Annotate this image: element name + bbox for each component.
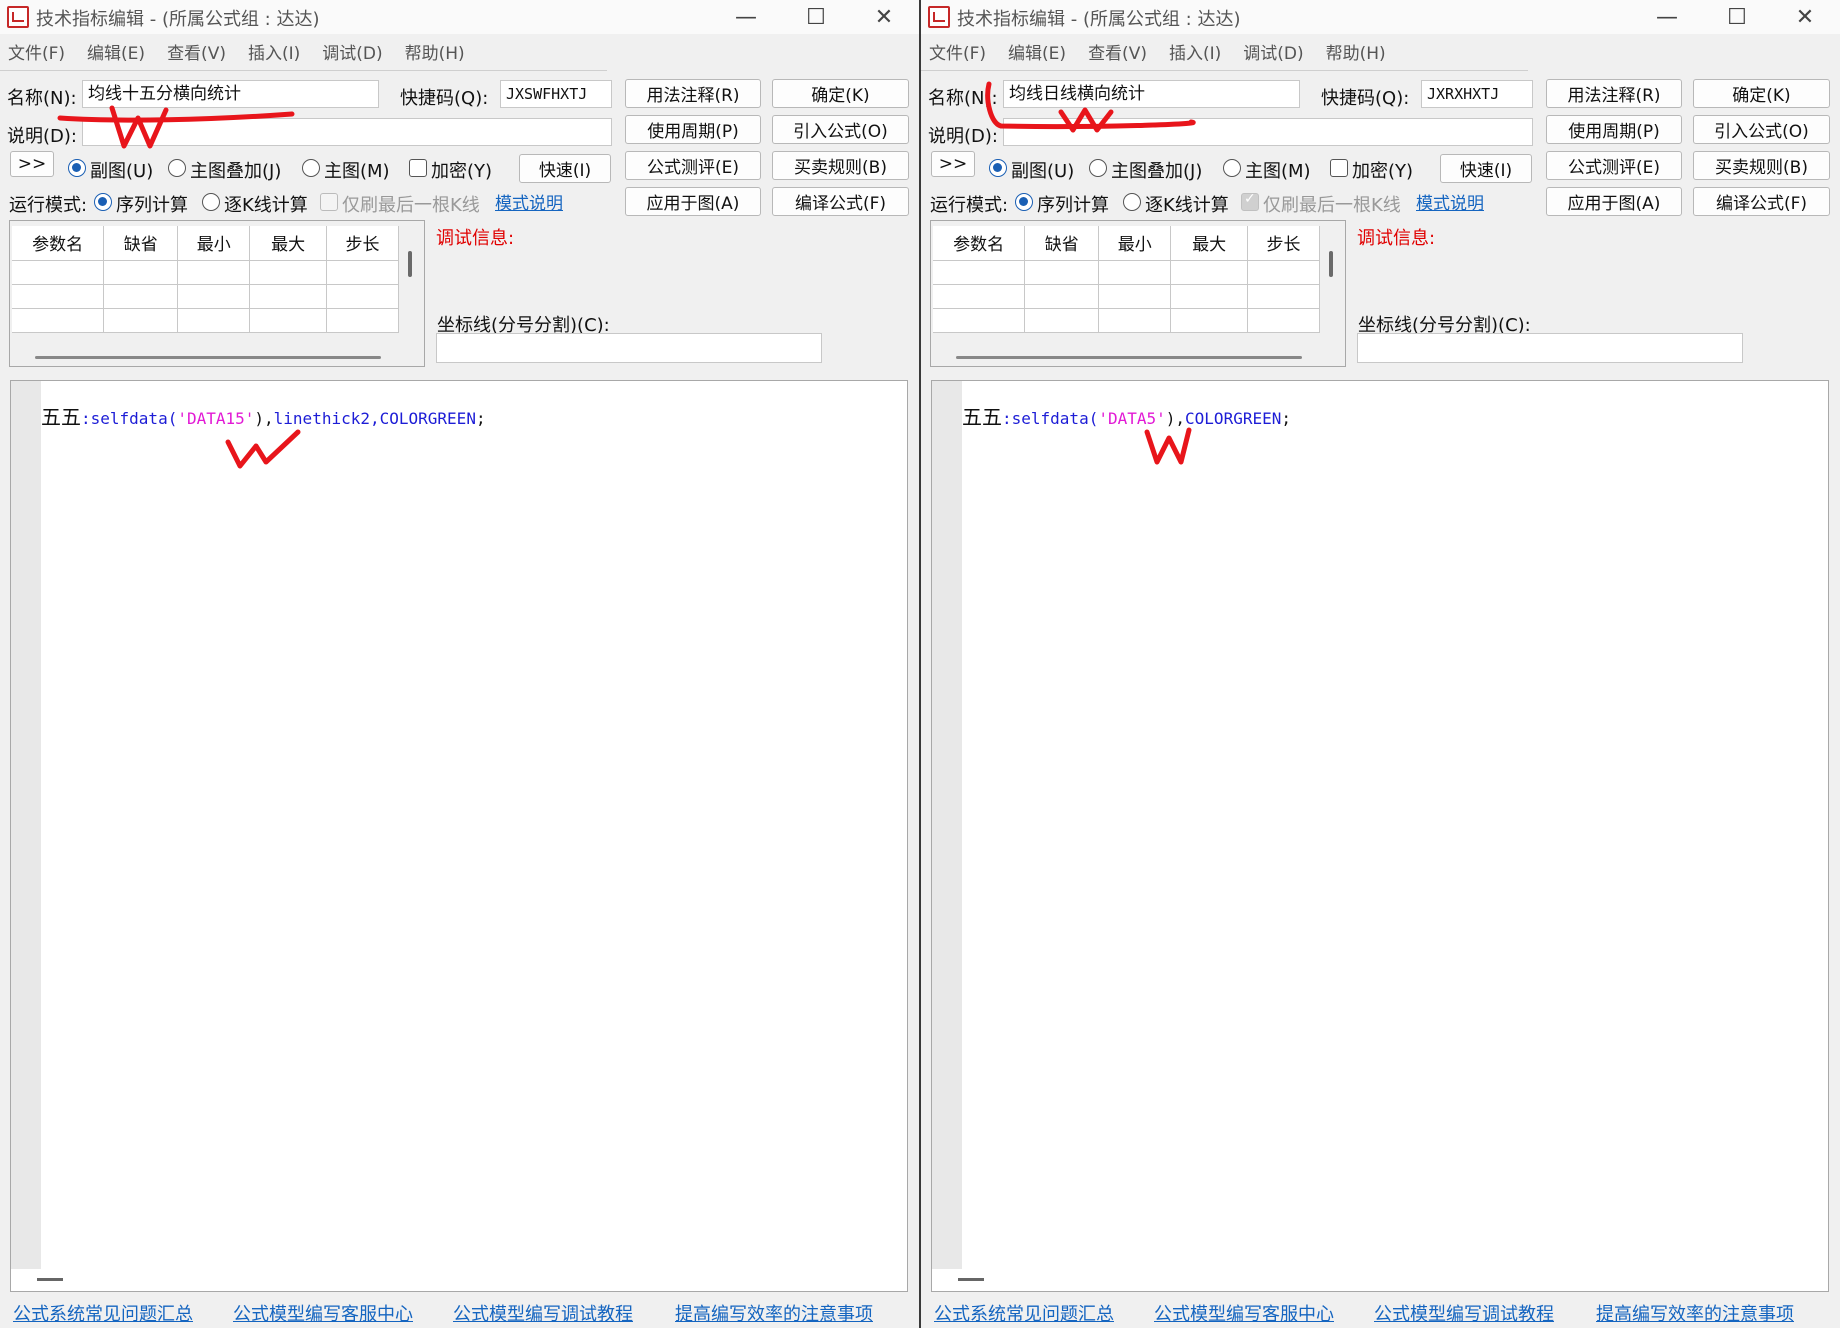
formula-editor-window-left: 技术指标编辑 - (所属公式组 : 达达) — ☐ ✕ 文件(F) 编辑(E) … [0, 0, 919, 1328]
footer-link-efficiency[interactable]: 提高编写效率的注意事项 [675, 1300, 873, 1326]
footer-link-efficiency[interactable]: 提高编写效率的注意事项 [1596, 1300, 1794, 1326]
footer-link-tutorial[interactable]: 公式模型编写调试教程 [453, 1300, 633, 1326]
footer-link-faq[interactable]: 公式系统常见问题汇总 [934, 1300, 1114, 1326]
footer-link-service[interactable]: 公式模型编写客服中心 [1154, 1300, 1334, 1326]
editor-horizontal-scrollbar[interactable] [37, 1278, 63, 1281]
footer-link-faq[interactable]: 公式系统常见问题汇总 [13, 1300, 193, 1326]
editor-horizontal-scrollbar[interactable] [958, 1278, 984, 1281]
footer-link-tutorial[interactable]: 公式模型编写调试教程 [1374, 1300, 1554, 1326]
footer-link-service[interactable]: 公式模型编写客服中心 [233, 1300, 413, 1326]
code-editor[interactable]: 五五:selfdata('DATA15'),linethick2,COLORGR… [10, 380, 908, 1292]
editor-gutter [11, 381, 41, 1269]
red-annotation-marks [985, 81, 1196, 465]
formula-editor-window-right: 技术指标编辑 - (所属公式组 : 达达) — ☐ ✕ 文件(F) 编辑(E) … [921, 0, 1840, 1328]
footer-links: 公式系统常见问题汇总 公式模型编写客服中心 公式模型编写调试教程 提高编写效率的… [0, 1296, 919, 1328]
editor-gutter [932, 381, 962, 1269]
code-editor[interactable]: 五五:selfdata('DATA5'),COLORGREEN; [931, 380, 1829, 1292]
footer-links: 公式系统常见问题汇总 公式模型编写客服中心 公式模型编写调试教程 提高编写效率的… [921, 1296, 1840, 1328]
red-annotation-marks [57, 105, 301, 469]
